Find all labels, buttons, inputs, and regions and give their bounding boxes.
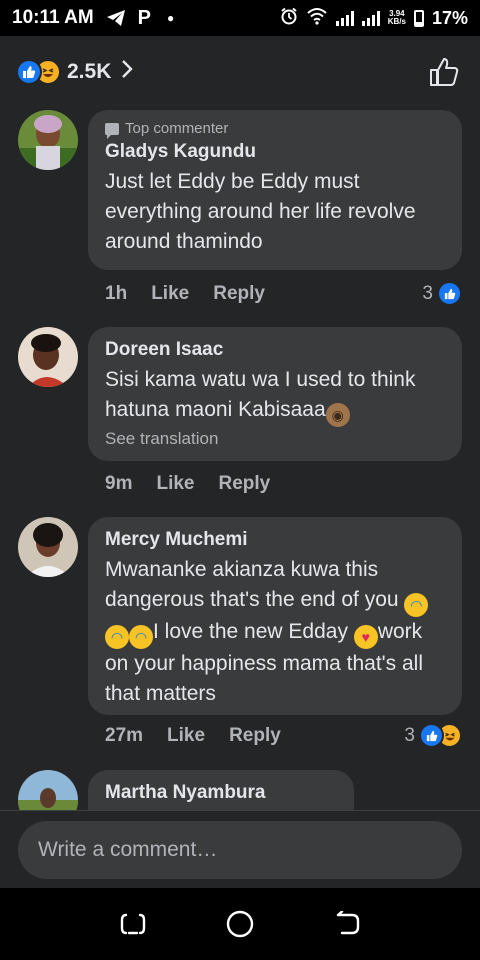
comment-actions: 9m Like Reply <box>105 473 294 495</box>
comment-author[interactable]: Mercy Muchemi <box>105 527 445 553</box>
comment: Martha Nyambura <box>0 768 480 810</box>
comment-reactions[interactable]: 3 <box>404 723 462 748</box>
comment-bubble[interactable]: Doreen Isaac Sisi kama watu wa I used to… <box>88 327 462 461</box>
reply-button[interactable]: Reply <box>229 725 281 747</box>
like-button[interactable]: Like <box>151 283 189 305</box>
thumbs-up-icon <box>430 58 459 86</box>
dot-icon: ● <box>167 11 175 25</box>
comment-time: 1h <box>105 283 128 304</box>
see-translation-link[interactable]: See translation <box>105 429 445 449</box>
battery-icon <box>413 9 424 27</box>
signal-icon <box>335 10 354 26</box>
home-button[interactable] <box>220 904 260 944</box>
comment-text-content: I love the new Edday <box>153 620 348 643</box>
net-speed: 3.94 KB/s <box>388 10 406 26</box>
battery-percent: 17% <box>431 7 468 28</box>
recent-apps-button[interactable] <box>113 904 153 944</box>
comment-text: Mwananke akianza kuwa this dangerous tha… <box>105 555 445 709</box>
reactions-summary[interactable]: 2.5K <box>0 36 480 108</box>
like-button[interactable]: Like <box>167 725 205 747</box>
signal-icon <box>361 10 380 26</box>
comment-bubble[interactable]: Top commenter Gladys Kagundu Just let Ed… <box>88 110 462 270</box>
comment-text-content: Sisi kama watu wa I used to think hatuna… <box>105 368 416 421</box>
reply-button[interactable]: Reply <box>213 283 265 305</box>
comment-badge-icon <box>105 122 119 139</box>
back-icon <box>336 911 359 935</box>
avatar[interactable] <box>18 770 78 810</box>
parking-icon: P <box>137 6 152 29</box>
avatar[interactable] <box>18 110 78 170</box>
like-reaction-icon <box>437 281 462 306</box>
comment-reaction-count: 3 <box>422 282 433 304</box>
like-post-button[interactable] <box>424 52 464 92</box>
comment-text: Sisi kama watu wa I used to think hatuna… <box>105 365 445 427</box>
see-no-evil-monkey-icon: ◉ <box>325 403 350 427</box>
wifi-icon <box>306 7 328 30</box>
comment-composer <box>0 810 480 888</box>
telegram-icon <box>106 9 126 27</box>
avatar[interactable] <box>18 327 78 387</box>
back-button[interactable] <box>327 904 367 944</box>
tears-of-joy-icon: ◠ <box>105 625 129 649</box>
comment-author[interactable]: Doreen Isaac <box>105 337 445 363</box>
reply-button[interactable]: Reply <box>219 473 271 495</box>
comment-reaction-count: 3 <box>404 724 415 746</box>
comment-author[interactable]: Gladys Kagundu <box>105 139 445 165</box>
comment-actions: 1h Like Reply <box>105 283 289 305</box>
status-bar: 10:11 AM P ● 3.94 KB/s 17% <box>0 0 480 36</box>
tears-of-joy-icon: ◠ <box>129 625 153 649</box>
tears-of-joy-icon: ◠ <box>404 593 429 617</box>
chevron-right-icon <box>121 59 134 85</box>
comment-reactions[interactable]: 3 <box>422 281 462 306</box>
comment-time: 27m <box>105 725 144 746</box>
reaction-count: 2.5K <box>67 60 112 83</box>
recent-apps-icon <box>121 913 146 935</box>
comment-time: 9m <box>105 473 133 494</box>
badge-label: Top commenter <box>125 120 229 137</box>
status-time: 10:11 AM <box>12 7 94 28</box>
top-commenter-badge: Top commenter <box>105 120 445 139</box>
comment-input[interactable] <box>18 821 462 879</box>
like-reaction-icon <box>16 59 42 85</box>
comment-text: Just let Eddy be Eddy must everything ar… <box>105 170 416 253</box>
comment-author[interactable]: Martha Nyambura <box>105 780 337 806</box>
smiling-hearts-icon: ♥ <box>353 625 378 649</box>
like-reaction-icon <box>419 723 444 748</box>
comment-bubble[interactable]: Mercy Muchemi Mwananke akianza kuwa this… <box>88 517 462 715</box>
comment-text-content: Mwananke akianza kuwa this dangerous tha… <box>105 558 399 611</box>
home-icon <box>226 910 254 938</box>
avatar[interactable] <box>18 517 78 577</box>
system-nav-bar <box>0 888 480 960</box>
comment-bubble[interactable]: Martha Nyambura <box>88 770 354 810</box>
alarm-icon <box>280 7 298 30</box>
comment-actions: 27m Like Reply <box>105 725 305 747</box>
like-button[interactable]: Like <box>156 473 194 495</box>
net-speed-unit: KB/s <box>387 17 406 26</box>
